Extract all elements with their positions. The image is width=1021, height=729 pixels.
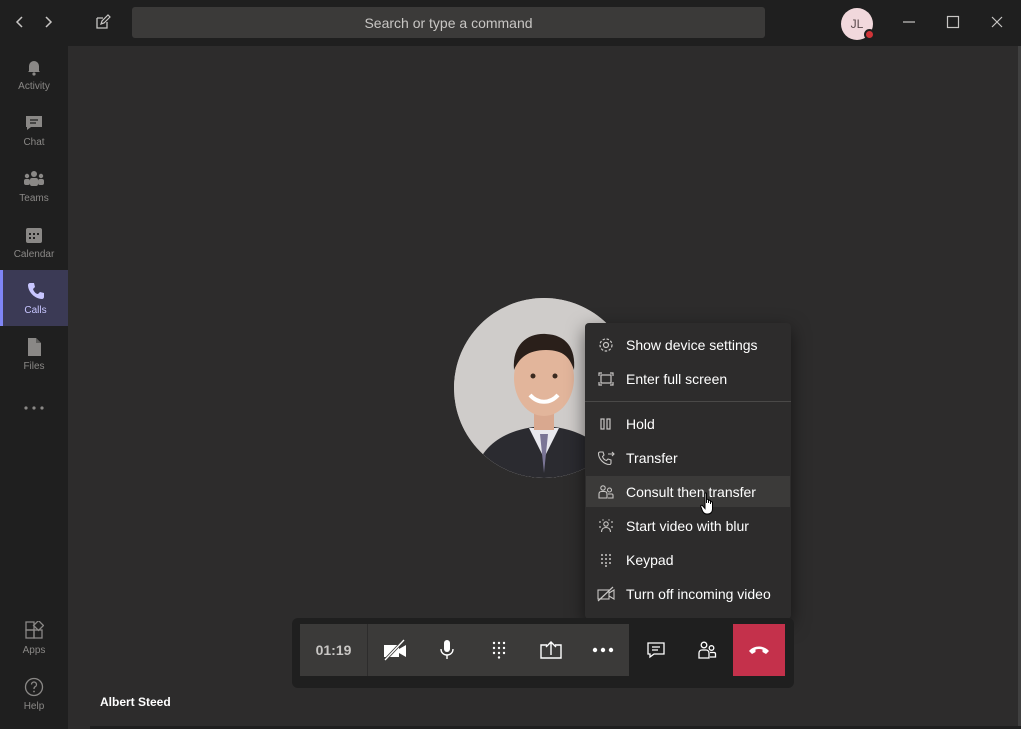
- more-icon: [24, 406, 44, 410]
- menu-item-keypad[interactable]: Keypad: [586, 544, 790, 575]
- share-screen-button[interactable]: [525, 624, 577, 676]
- hang-up-button[interactable]: [733, 624, 785, 676]
- show-participants-button[interactable]: [681, 624, 733, 676]
- fullscreen-icon: [586, 371, 626, 386]
- sidebar-item-label: Files: [23, 360, 45, 372]
- title-bar: Search or type a command JL: [0, 0, 1021, 46]
- sidebar-item-label: Calls: [24, 304, 47, 316]
- gear-icon: [586, 337, 626, 353]
- forward-button[interactable]: [34, 8, 62, 36]
- participants-icon: [698, 641, 717, 659]
- menu-item-full-screen[interactable]: Enter full screen: [586, 363, 790, 394]
- menu-item-label: Enter full screen: [626, 370, 728, 387]
- menu-item-video-blur[interactable]: Start video with blur: [586, 510, 790, 541]
- video-off-icon: [383, 639, 406, 661]
- sidebar-item-apps[interactable]: Apps: [0, 610, 68, 666]
- menu-item-consult-transfer[interactable]: Consult then transfer: [586, 476, 790, 507]
- pause-icon: [586, 417, 626, 430]
- microphone-icon: [440, 640, 454, 659]
- camera-toggle-button[interactable]: [369, 624, 421, 676]
- minimize-icon: [903, 21, 915, 23]
- consult-icon: [586, 484, 626, 500]
- sidebar-item-help[interactable]: Help: [0, 666, 68, 722]
- close-button[interactable]: [983, 8, 1011, 36]
- menu-item-label: Turn off incoming video: [626, 585, 771, 602]
- maximize-icon: [946, 15, 960, 29]
- minimize-button[interactable]: [895, 8, 923, 36]
- more-actions-menu: Show device settings Enter full screen H…: [585, 323, 791, 619]
- sidebar-item-calendar[interactable]: Calendar: [0, 214, 68, 270]
- keypad-icon: [492, 641, 506, 659]
- call-timer: 01:19: [300, 624, 368, 676]
- transfer-icon: [586, 450, 626, 466]
- teams-icon: [24, 170, 44, 186]
- app-bar: Activity Chat Teams Calendar Calls Files…: [0, 46, 68, 729]
- menu-item-incoming-video-off[interactable]: Turn off incoming video: [586, 578, 790, 609]
- sidebar-item-label: Chat: [23, 136, 45, 148]
- help-icon: [24, 677, 44, 696]
- sidebar-item-label: Calendar: [13, 248, 55, 260]
- menu-item-label: Start video with blur: [626, 517, 749, 534]
- file-icon: [28, 337, 41, 356]
- video-off-icon: [586, 586, 626, 602]
- blur-icon: [586, 518, 626, 533]
- bell-icon: [28, 60, 40, 76]
- hand-cursor-icon: [700, 492, 713, 515]
- back-button[interactable]: [6, 8, 34, 36]
- chat-icon: [647, 642, 665, 659]
- more-apps-button[interactable]: [0, 382, 68, 438]
- new-chat-button[interactable]: [89, 8, 117, 36]
- caller-name: Albert Steed: [100, 695, 171, 709]
- search-input[interactable]: Search or type a command: [132, 7, 765, 38]
- sidebar-item-label: Teams: [19, 192, 49, 204]
- sidebar-item-files[interactable]: Files: [0, 326, 68, 382]
- menu-item-hold[interactable]: Hold: [586, 408, 790, 439]
- more-actions-button[interactable]: [577, 624, 629, 676]
- maximize-button[interactable]: [939, 8, 967, 36]
- sidebar-item-label: Help: [23, 700, 45, 712]
- apps-icon: [25, 620, 44, 639]
- sidebar-item-activity[interactable]: Activity: [0, 46, 68, 102]
- menu-item-label: Transfer: [626, 449, 678, 466]
- menu-item-label: Keypad: [626, 551, 674, 568]
- menu-item-label: Hold: [626, 415, 655, 432]
- show-conversation-button[interactable]: [630, 624, 682, 676]
- menu-item-label: Show device settings: [626, 336, 758, 353]
- mic-toggle-button[interactable]: [421, 624, 473, 676]
- dialpad-button[interactable]: [473, 624, 525, 676]
- hang-up-icon: [749, 646, 769, 654]
- chat-icon: [26, 115, 42, 130]
- avatar[interactable]: JL: [841, 8, 875, 40]
- sidebar-item-label: Apps: [22, 644, 46, 656]
- menu-item-device-settings[interactable]: Show device settings: [586, 329, 790, 360]
- more-icon: [592, 647, 614, 653]
- sidebar-item-label: Activity: [18, 80, 50, 92]
- calendar-icon: [26, 227, 42, 243]
- sidebar-item-chat[interactable]: Chat: [0, 102, 68, 158]
- avatar-initials: JL: [850, 17, 864, 31]
- sidebar-item-teams[interactable]: Teams: [0, 158, 68, 214]
- presence-badge: [864, 29, 875, 40]
- menu-divider: [585, 401, 791, 402]
- close-icon: [991, 16, 1003, 28]
- keypad-icon: [586, 553, 626, 567]
- chevron-right-icon: [45, 16, 53, 28]
- chevron-left-icon: [15, 16, 23, 28]
- call-controls: 01:19: [292, 618, 794, 688]
- share-screen-icon: [540, 641, 562, 659]
- menu-item-label: Consult then transfer: [626, 483, 756, 500]
- menu-item-transfer[interactable]: Transfer: [586, 442, 790, 473]
- phone-icon: [27, 282, 44, 299]
- sidebar-item-calls[interactable]: Calls: [0, 270, 68, 326]
- compose-icon: [96, 14, 111, 29]
